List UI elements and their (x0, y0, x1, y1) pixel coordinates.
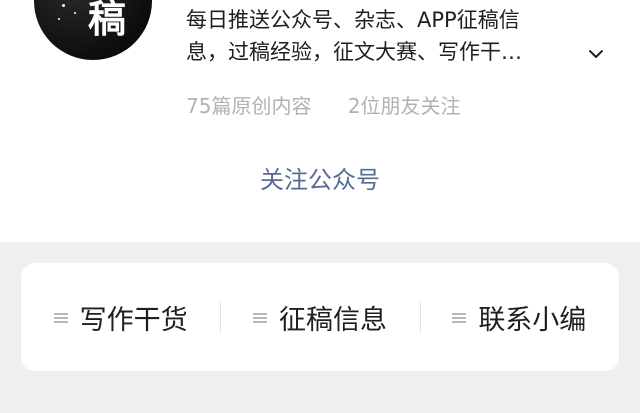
chevron-down-icon[interactable] (586, 44, 606, 64)
avatar[interactable]: 稿 (34, 0, 152, 60)
menu-item-label: 联系小编 (478, 304, 587, 336)
original-articles-count: 75篇原创内容 (186, 94, 312, 118)
friends-following-count[interactable]: 2位朋友关注 (348, 90, 461, 119)
description-line: 息，过稿经验，征文大赛、写作干… (186, 40, 522, 64)
bottom-menu: 写作干货 征稿信息 联系小编 (21, 263, 619, 371)
account-stats: 75篇原创内容 2位朋友关注 (186, 90, 461, 119)
menu-item-label: 写作干货 (79, 304, 188, 336)
avatar-sparkle (138, 40, 140, 42)
profile-card: 稿 每日推送公众号、杂志、APP征稿信 息，过稿经验，征文大赛、写作干… 75篇… (0, 0, 640, 242)
menu-item-contact-editor[interactable]: 联系小编 (419, 263, 619, 371)
follow-account-button[interactable]: 关注公众号 (0, 160, 640, 195)
avatar-sparkle (74, 12, 76, 14)
menu-lines-icon (252, 310, 267, 324)
menu-lines-icon (452, 310, 467, 324)
menu-lines-icon (53, 310, 68, 324)
description-line: 每日推送公众号、杂志、APP征稿信 (186, 8, 520, 32)
menu-item-writing-tips[interactable]: 写作干货 (21, 263, 220, 371)
menu-item-submissions[interactable]: 征稿信息 (220, 263, 419, 371)
account-description: 每日推送公众号、杂志、APP征稿信 息，过稿经验，征文大赛、写作干… (186, 4, 586, 68)
avatar-sparkle (58, 18, 60, 20)
avatar-sparkle (62, 4, 65, 7)
avatar-logo-glyph: 稿 (88, 0, 127, 41)
menu-item-label: 征稿信息 (278, 304, 387, 336)
official-account-page: 稿 每日推送公众号、杂志、APP征稿信 息，过稿经验，征文大赛、写作干… 75篇… (0, 0, 640, 413)
